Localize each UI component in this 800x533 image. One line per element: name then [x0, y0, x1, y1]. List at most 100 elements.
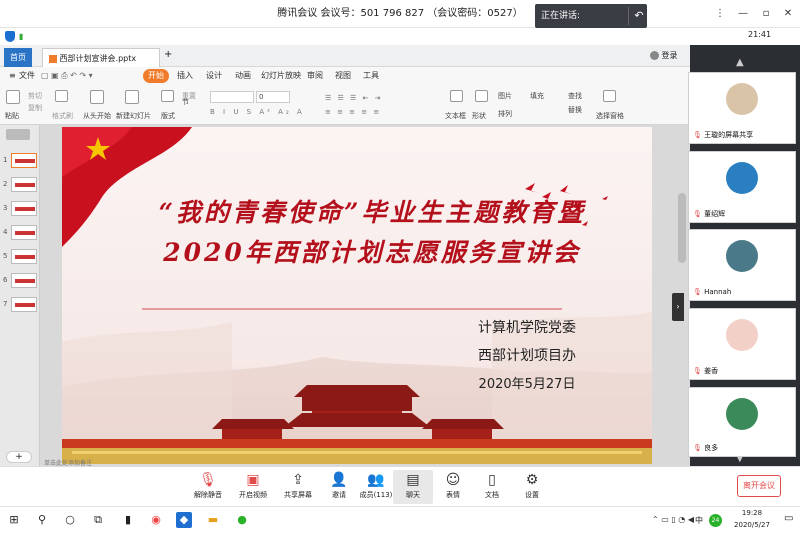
text-box-icon[interactable] [450, 90, 463, 102]
windows-start-icon[interactable]: ⊞ [6, 512, 22, 528]
paste-icon[interactable] [6, 90, 20, 104]
participant-tile-2[interactable]: 🎙 董绍辉 [688, 151, 796, 223]
play-from-start-icon[interactable] [90, 90, 104, 104]
menu-view[interactable]: 视图 [330, 69, 356, 83]
cut-button[interactable]: 剪切 [28, 91, 42, 101]
taskbar-date[interactable]: 2020/5/27 [726, 521, 778, 529]
text-format-icons[interactable]: B I U S A² A₂ A [210, 107, 305, 117]
menu-home[interactable]: 开始 [143, 69, 169, 83]
align-icons[interactable]: ≡ ≡ ≡ ≡ ≡ [325, 107, 381, 117]
start-video-button[interactable]: ▣ 开启视频 [233, 470, 273, 500]
vertical-scrollbar[interactable] [678, 193, 686, 263]
invite-label: 邀请 [332, 491, 346, 499]
new-slide-button[interactable]: 新建幻灯片 [116, 111, 151, 121]
settings-button[interactable]: ⚙ 设置 [512, 470, 552, 500]
presentation-window: 首页 西部计划宣讲会.pptx + 登录 ≡ 文件 ▢ ▣ ⎙ ↶ ↷ ▾ 开始… [0, 45, 690, 467]
font-name-box[interactable] [210, 91, 254, 103]
menu-slideshow[interactable]: 幻灯片放映 [256, 69, 306, 83]
replace-button[interactable]: 替换 [568, 105, 582, 115]
slide-thumb-5[interactable]: 5 [3, 249, 39, 266]
layout-button[interactable]: 版式 [161, 111, 175, 121]
docs-button[interactable]: ▯ 文档 [472, 470, 512, 500]
quick-access-icons[interactable]: ▢ ▣ ⎙ ↶ ↷ ▾ [36, 69, 98, 83]
format-painter-icon[interactable] [55, 90, 68, 102]
font-size-box[interactable]: 0 [256, 91, 290, 103]
chrome-icon[interactable]: ◉ [148, 512, 164, 528]
participant-tile-5[interactable]: 🎙 良多 [688, 387, 796, 457]
slide-thumb-1[interactable]: 1 [3, 153, 39, 170]
app-icon[interactable]: ▮ [120, 512, 136, 528]
scroll-up-icon[interactable]: ▲ [736, 57, 744, 68]
notification-icon[interactable]: ▭ [784, 513, 793, 524]
paragraph-icons[interactable]: ☰ ☰ ☰ ⇤ ⇥ [325, 93, 382, 103]
close-icon[interactable]: ✕ [780, 6, 796, 22]
tencent-meeting-icon[interactable]: ◆ [176, 512, 192, 528]
menu-insert[interactable]: 插入 [172, 69, 198, 83]
menu-animation[interactable]: 动画 [230, 69, 256, 83]
picture-button[interactable]: 图片 [498, 91, 512, 101]
new-slide-icon[interactable] [125, 90, 139, 104]
from-start-button[interactable]: 从头开始 [83, 111, 111, 121]
reaction-button[interactable]: ☺ 表情 [433, 470, 473, 500]
slide-number: 1 [3, 156, 8, 164]
menu-icon[interactable]: ⋮ [712, 6, 728, 22]
shape-icon[interactable] [475, 90, 488, 102]
slide-thumb-7[interactable]: 7 [3, 297, 39, 314]
slide-thumb-2[interactable]: 2 [3, 177, 39, 194]
slide-number: 6 [3, 276, 8, 284]
format-painter-button[interactable]: 格式刷 [52, 111, 73, 121]
leave-meeting-button[interactable]: 离开会议 [737, 475, 781, 497]
slide-thumb-6[interactable]: 6 [3, 273, 39, 290]
search-icon[interactable]: ⚲ [34, 512, 50, 528]
participant-name: 🎙 王璇的屏幕共享 [691, 129, 756, 141]
tray-icons[interactable]: ⌃ ▭ ▯ ◔ ◀ [652, 515, 694, 524]
taskbar-time[interactable]: 19:28 [735, 509, 769, 517]
members-label: 成员(113) [359, 491, 393, 499]
menu-design[interactable]: 设计 [201, 69, 227, 83]
text-box-button[interactable]: 文本框 [445, 111, 466, 121]
add-slide-button[interactable]: + [6, 451, 32, 463]
slide-thumb-3[interactable]: 3 [3, 201, 39, 218]
participant-tile-3[interactable]: 🎙 Hannah [688, 229, 796, 301]
reset-button[interactable]: 重置 [182, 91, 196, 101]
participant-tile-4[interactable]: 🎙 姜香 [688, 308, 796, 380]
unmute-button[interactable]: 🎙 解除静音 [188, 470, 228, 500]
layout-icon[interactable] [161, 90, 174, 102]
speaking-label: 正在讲话: [541, 11, 581, 21]
cortana-icon[interactable]: ○ [62, 512, 78, 528]
fill-button[interactable]: 填充 [530, 91, 544, 101]
maximize-icon[interactable]: ▫ [758, 6, 774, 22]
folder-icon[interactable]: ▬ [205, 512, 221, 528]
menu-review[interactable]: 审阅 [302, 69, 328, 83]
language-indicator[interactable]: 中 [695, 515, 703, 526]
current-slide[interactable]: “我的青春使命”毕业生主题教育暨 2020年西部计划志愿服务宣讲会 计算机学院党… [62, 127, 652, 464]
share-screen-icon: ⇪ [292, 472, 304, 488]
arrange-button[interactable]: 排列 [498, 109, 512, 119]
tab-home[interactable]: 首页 [4, 48, 32, 67]
share-screen-button[interactable]: ⇪ 共享屏幕 [278, 470, 318, 500]
select-pane-button[interactable]: 选择窗格 [596, 111, 624, 121]
chat-button[interactable]: ▤ 聊天 [393, 470, 433, 504]
task-view-icon[interactable]: ⧉ [90, 512, 106, 528]
members-button[interactable]: 👥 成员(113) [356, 470, 396, 500]
participant-name: 🎙 良多 [691, 442, 721, 454]
panel-toggle-icon[interactable] [6, 129, 30, 140]
tab-document[interactable]: 西部计划宣讲会.pptx [42, 48, 160, 67]
paste-button[interactable]: 粘贴 [5, 111, 19, 121]
find-button[interactable]: 查找 [568, 91, 582, 101]
minimize-icon[interactable]: — [735, 6, 751, 22]
expand-panel-icon[interactable]: › [672, 293, 684, 321]
invite-button[interactable]: 👤 邀请 [319, 470, 359, 500]
copy-button[interactable]: 复制 [28, 103, 42, 113]
wechat-icon[interactable]: ● [234, 512, 250, 528]
participant-tile-1[interactable]: 🎙 王璇的屏幕共享 [688, 72, 796, 144]
slide-thumb-4[interactable]: 4 [3, 225, 39, 242]
slide-org-1: 计算机学院党委 [478, 320, 576, 336]
select-pane-icon[interactable] [603, 90, 616, 102]
collapse-icon[interactable]: ↶ [632, 4, 646, 28]
new-tab-button[interactable]: + [164, 49, 172, 60]
menu-tools[interactable]: 工具 [358, 69, 384, 83]
badge-count[interactable]: 24 [709, 514, 722, 527]
login-button[interactable]: 登录 [650, 50, 678, 61]
shape-button[interactable]: 形状 [472, 111, 486, 121]
